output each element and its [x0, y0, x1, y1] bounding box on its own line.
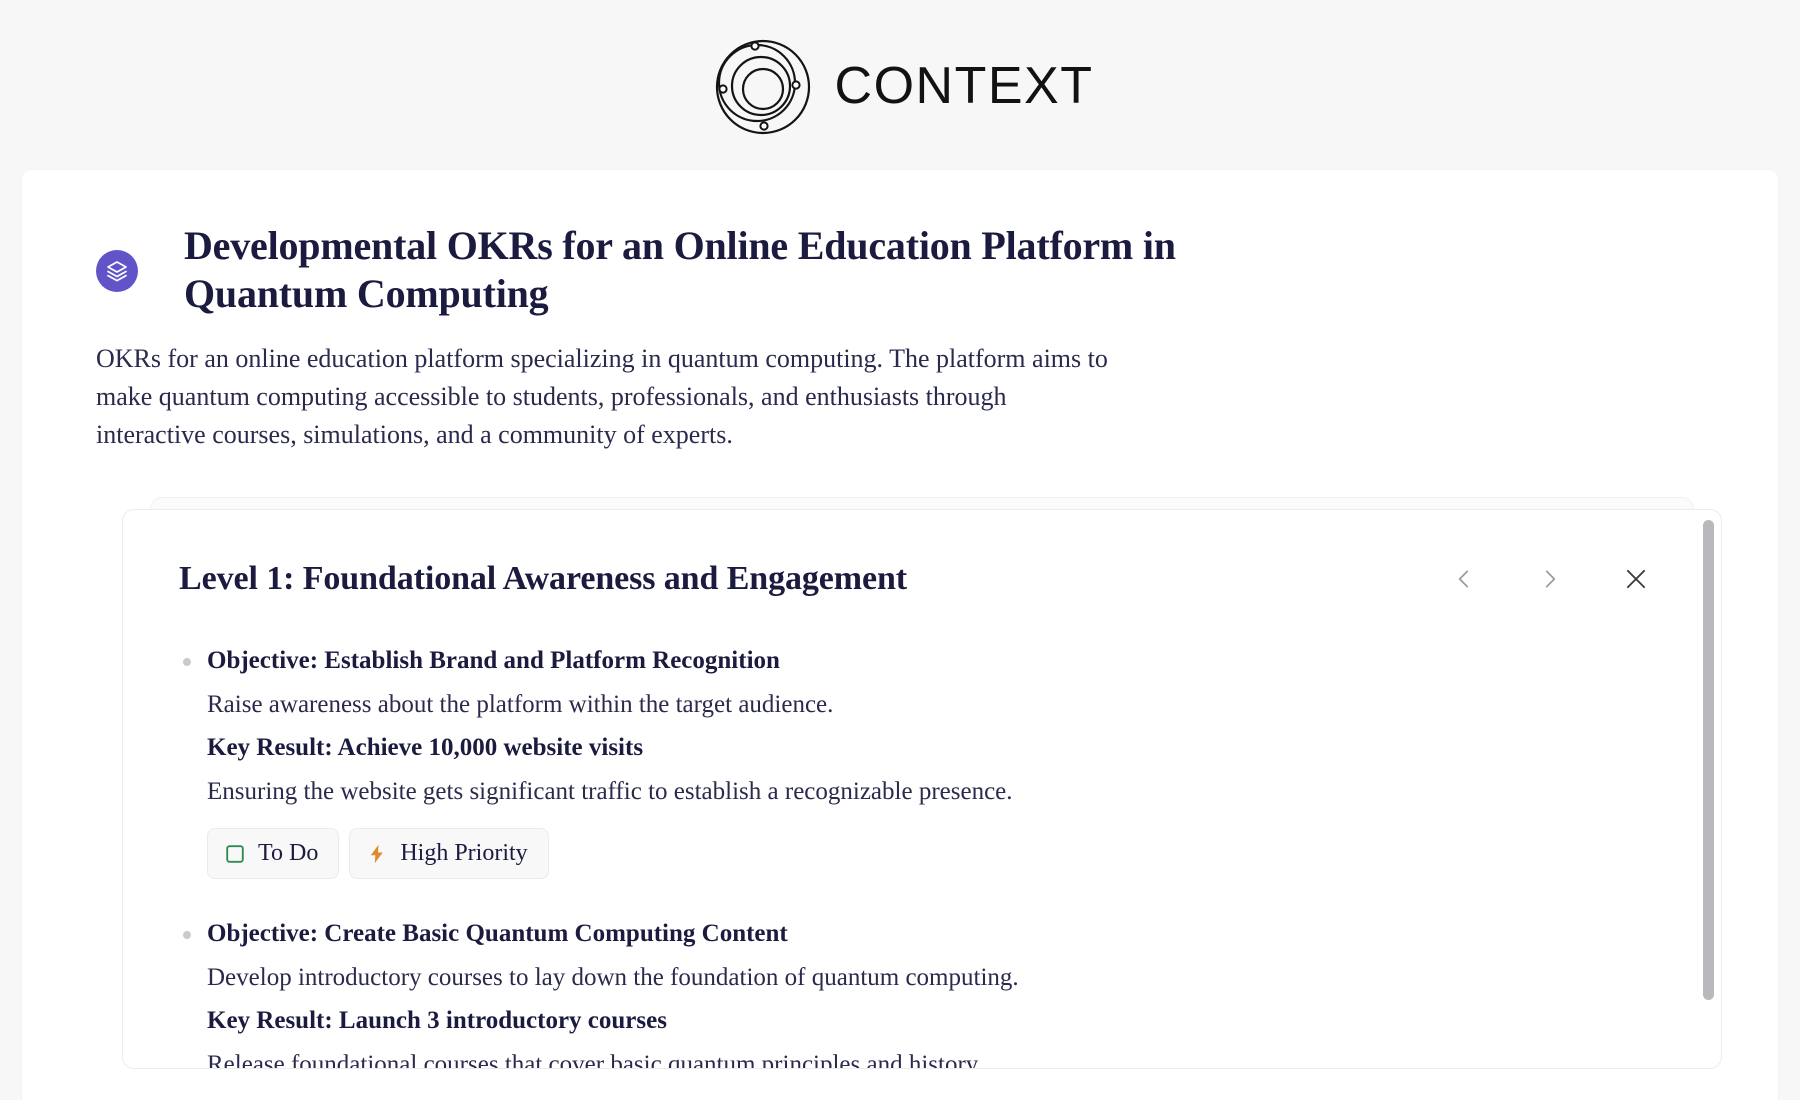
objective-description: Develop introductory courses to lay down…: [207, 963, 1019, 991]
brand-wordmark: CONTEXT: [834, 57, 1094, 115]
orbit-circles-logo-icon: [707, 31, 815, 139]
tag-row: To Do High Priority: [207, 828, 1665, 880]
objective-title: Objective: Create Basic Quantum Computin…: [207, 920, 788, 948]
key-result-title: Key Result: Achieve 10,000 website visit…: [207, 734, 644, 762]
card-stack: Level 1: Foundational Awareness and Enga…: [122, 496, 1722, 1069]
key-result-title: Key Result: Launch 3 introductory course…: [207, 1007, 667, 1035]
brand-lockup: CONTEXT: [707, 31, 1094, 139]
brand-header: CONTEXT: [0, 0, 1800, 170]
lightning-bolt-icon: [366, 843, 388, 865]
layers-stack-icon: [96, 250, 138, 292]
list-item: Objective: Establish Brand and Platform …: [179, 642, 1665, 880]
status-badge-label: To Do: [258, 840, 319, 867]
priority-badge[interactable]: High Priority: [349, 828, 549, 880]
card-scrollbar[interactable]: [1701, 519, 1715, 1058]
card-body: Objective: Establish Brand and Platform …: [123, 600, 1721, 1068]
list-item: Objective: Create Basic Quantum Computin…: [179, 915, 1665, 1068]
priority-badge-label: High Priority: [400, 840, 528, 867]
close-button[interactable]: [1619, 562, 1653, 596]
next-button[interactable]: [1533, 562, 1567, 596]
card-scrollbar-thumb[interactable]: [1703, 519, 1714, 1000]
document-header: Developmental OKRs for an Online Educati…: [22, 170, 1778, 318]
level-card: Level 1: Foundational Awareness and Enga…: [122, 508, 1722, 1069]
chevron-right-icon: [1537, 566, 1563, 592]
objective-title: Objective: Establish Brand and Platform …: [207, 647, 780, 675]
chevron-left-icon: [1451, 566, 1477, 592]
status-badge[interactable]: To Do: [207, 828, 340, 880]
page-panel: Developmental OKRs for an Online Educati…: [22, 170, 1778, 1100]
card-header: Level 1: Foundational Awareness and Enga…: [123, 510, 1721, 601]
objective-description: Raise awareness about the platform withi…: [207, 690, 834, 718]
prev-button[interactable]: [1447, 562, 1481, 596]
key-result-description: Ensuring the website gets significant tr…: [207, 777, 1013, 805]
page-title: Developmental OKRs for an Online Educati…: [184, 223, 1176, 316]
checkbox-square-icon: [224, 843, 246, 865]
card-title: Level 1: Foundational Awareness and Enga…: [179, 559, 908, 597]
card-nav-controls: [1447, 562, 1665, 596]
close-icon: [1621, 564, 1651, 594]
okr-list: Objective: Establish Brand and Platform …: [179, 642, 1665, 1068]
key-result-description: Release foundational courses that cover …: [207, 1050, 983, 1069]
document-description: OKRs for an online education platform sp…: [96, 344, 1108, 450]
